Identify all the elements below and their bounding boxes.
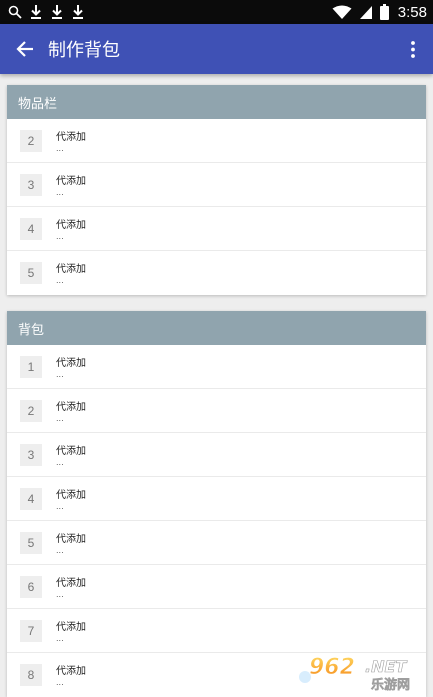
list-item[interactable]: 5 代添加 ... [7,521,426,565]
list-item[interactable]: 2 代添加 ... [7,119,426,163]
section-header: 物品栏 [7,85,426,119]
watermark-logo: 962 .NET 乐游网 [299,655,410,693]
item-subtitle: ... [56,458,64,467]
slot-number: 5 [20,532,42,554]
list-item[interactable]: 2 代添加 ... [7,389,426,433]
item-subtitle: ... [56,188,64,197]
inventory-card: 物品栏 2 代添加 ... 3 代添加 ... 4 代添加 ... 5 代添加 … [7,85,426,295]
item-name: 代添加 [56,666,86,677]
download-icon [52,5,62,19]
battery-icon [379,4,389,20]
slot-number: 2 [20,130,42,152]
app-bar: 制作背包 [0,24,433,74]
item-subtitle: ... [56,634,64,643]
item-name: 代添加 [56,264,86,275]
page-title: 制作背包 [48,40,120,61]
list-item[interactable]: 5 代添加 ... [7,251,426,295]
slot-number: 3 [20,444,42,466]
list-item[interactable]: 6 代添加 ... [7,565,426,609]
slot-number: 7 [20,620,42,642]
more-options-button[interactable] [393,24,433,74]
list-item[interactable]: 7 代添加 ... [7,609,426,653]
backpack-card: 背包 1 代添加 ... 2 代添加 ... 3 代添加 ... 4 代添加 .… [7,311,426,697]
status-bar: 3:58 [0,0,433,24]
svg-text:.NET: .NET [365,657,407,676]
item-subtitle: ... [56,370,64,379]
arrow-back-icon [16,41,33,57]
list-item[interactable]: 3 代添加 ... [7,433,426,477]
download-icon [73,5,83,19]
more-vert-icon [411,40,415,58]
item-subtitle: ... [56,276,64,285]
item-subtitle: ... [56,502,64,511]
svg-text:乐游网: 乐游网 [371,677,410,693]
item-name: 代添加 [56,358,86,369]
slot-number: 3 [20,174,42,196]
item-name: 代添加 [56,446,86,457]
item-subtitle: ... [56,678,64,687]
back-button[interactable] [0,24,50,74]
item-name: 代添加 [56,490,86,501]
slot-number: 4 [20,488,42,510]
list-item[interactable]: 4 代添加 ... [7,207,426,251]
item-subtitle: ... [56,546,64,555]
item-subtitle: ... [56,590,64,599]
list-item[interactable]: 3 代添加 ... [7,163,426,207]
slot-number: 6 [20,576,42,598]
slot-number: 2 [20,400,42,422]
item-name: 代添加 [56,402,86,413]
item-subtitle: ... [56,232,64,241]
item-subtitle: ... [56,144,64,153]
clock: 3:58 [397,3,427,21]
list-item[interactable]: 1 代添加 ... [7,345,426,389]
list-item[interactable]: 4 代添加 ... [7,477,426,521]
slot-number: 8 [20,664,42,686]
item-name: 代添加 [56,220,86,231]
item-name: 代添加 [56,622,86,633]
item-name: 代添加 [56,578,86,589]
item-name: 代添加 [56,132,86,143]
slot-number: 5 [20,262,42,284]
item-name: 代添加 [56,534,86,545]
item-name: 代添加 [56,176,86,187]
search-icon [8,5,22,19]
signal-icon [359,5,372,19]
wifi-icon [332,5,352,19]
slot-number: 1 [20,356,42,378]
slot-number: 4 [20,218,42,240]
svg-text:962: 962 [309,655,355,680]
download-icon [31,5,41,19]
section-header: 背包 [7,311,426,345]
item-subtitle: ... [56,414,64,423]
